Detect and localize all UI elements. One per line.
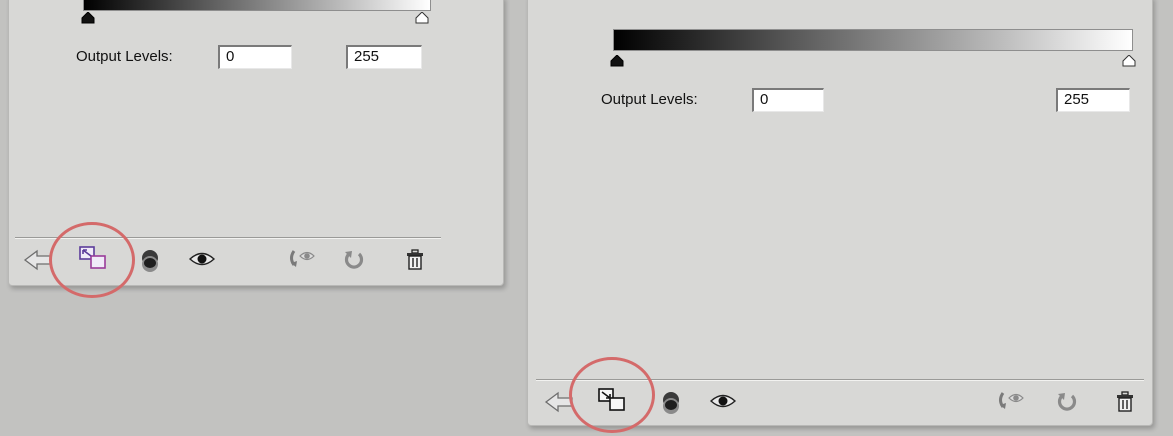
trash-icon[interactable] [400, 246, 430, 274]
back-arrow-icon[interactable] [23, 246, 53, 274]
toolbar-divider [15, 237, 441, 239]
output-levels-gradient-bar [83, 0, 431, 11]
output-min-field[interactable]: 0 [752, 88, 824, 112]
toolbar-divider [536, 379, 1144, 381]
output-white-slider[interactable] [1122, 55, 1136, 67]
view-previous-state-icon[interactable] [135, 247, 165, 275]
clip-to-layer-icon[interactable] [78, 244, 108, 272]
output-levels-gradient-bar [613, 29, 1133, 51]
eye-icon[interactable] [187, 245, 217, 273]
output-min-field[interactable]: 0 [218, 45, 292, 69]
output-black-slider[interactable] [81, 12, 95, 24]
output-levels-label: Output Levels: [76, 48, 173, 65]
output-max-field[interactable]: 255 [1056, 88, 1130, 112]
eye-icon[interactable] [708, 387, 738, 415]
screenshot-canvas: Output Levels: 0 255 Output Levels: 0 25… [0, 0, 1173, 436]
output-max-field[interactable]: 255 [346, 45, 422, 69]
output-levels-label: Output Levels: [601, 91, 698, 108]
clip-to-layer-icon[interactable] [597, 386, 627, 414]
refresh-icon[interactable] [339, 246, 369, 274]
view-previous-state-icon[interactable] [656, 389, 686, 417]
levels-adjustment-panel-right: Output Levels: 0 255 [527, 0, 1153, 433]
reset-to-defaults-icon[interactable] [996, 386, 1026, 414]
reset-to-defaults-icon[interactable] [287, 244, 317, 272]
output-black-slider[interactable] [610, 55, 624, 67]
levels-adjustment-panel-left: Output Levels: 0 255 [8, 0, 504, 298]
trash-icon[interactable] [1110, 388, 1140, 416]
back-arrow-icon[interactable] [544, 388, 574, 416]
output-white-slider[interactable] [415, 12, 429, 24]
refresh-icon[interactable] [1052, 388, 1082, 416]
